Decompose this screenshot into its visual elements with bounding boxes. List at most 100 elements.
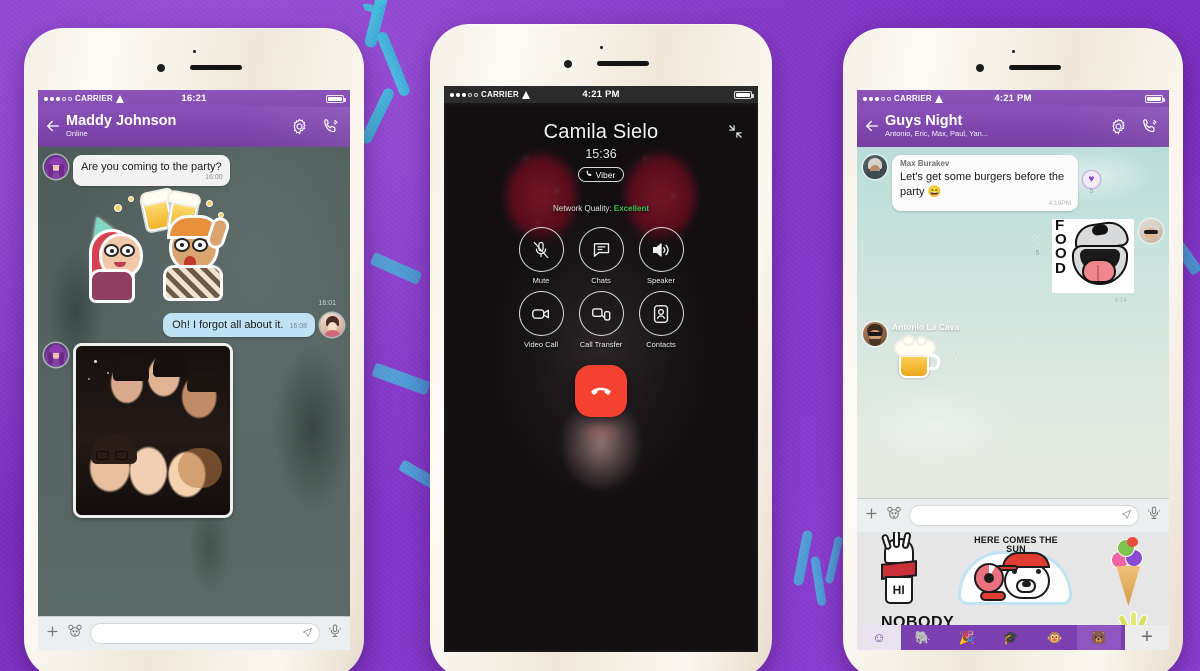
microphone-icon[interactable] bbox=[1146, 505, 1162, 526]
phone-active-call: CARRIER 4:21 PM Camila Sielo 15:36 Viber… bbox=[430, 24, 772, 671]
reaction-count: 5 bbox=[1035, 249, 1040, 257]
send-arrow-icon[interactable] bbox=[302, 627, 313, 640]
message-text: Are you coming to the party? bbox=[81, 161, 222, 173]
bear-pack-tab[interactable]: 🐻 bbox=[1077, 625, 1121, 650]
sticker-drawer[interactable]: HI HERE COMES THE SUN NOBODY ☺ 🐘 🎉 🎓 🐵 🐻… bbox=[857, 532, 1169, 650]
phone-call-icon[interactable] bbox=[1140, 117, 1159, 136]
chat-header-titles[interactable]: Guys Night Antonio, Eric, Max, Paul, Yan… bbox=[885, 114, 1109, 138]
phone-chat-1on1: CARRIER 16:21 Maddy Johnson Online Are y… bbox=[24, 28, 364, 671]
speaker-icon[interactable] bbox=[638, 227, 684, 272]
heart-outline-icon[interactable]: ♡ bbox=[1029, 233, 1046, 250]
call-control-video[interactable]: Video Call bbox=[518, 291, 564, 349]
message-row: Are you coming to the party? 16:00 bbox=[44, 155, 344, 187]
avatar-max[interactable] bbox=[863, 155, 887, 179]
graduate-pack-tab[interactable]: 🎓 bbox=[989, 625, 1033, 650]
monkey-pack-tab[interactable]: 🐵 bbox=[1033, 625, 1077, 650]
front-camera-icon bbox=[976, 64, 984, 72]
bear-sticker-icon[interactable] bbox=[886, 505, 902, 526]
front-camera-icon bbox=[564, 60, 572, 68]
active-call-screen: Camila Sielo 15:36 Viber Network Quality… bbox=[444, 103, 758, 652]
earpiece-speaker-icon bbox=[597, 61, 649, 66]
plus-icon[interactable] bbox=[45, 624, 60, 644]
chat-subtitle: Antonio, Eric, Max, Paul, Yan... bbox=[885, 130, 989, 139]
back-arrow-icon[interactable] bbox=[863, 117, 881, 135]
party-pack-tab[interactable]: 🎉 bbox=[945, 625, 989, 650]
message-input[interactable] bbox=[90, 623, 320, 644]
gear-icon[interactable] bbox=[1109, 117, 1128, 136]
end-call-button[interactable] bbox=[575, 365, 627, 417]
sticker-grid: HI HERE COMES THE SUN bbox=[857, 532, 1169, 614]
signal-strength-icon bbox=[863, 96, 891, 101]
bear-sticker-icon[interactable] bbox=[67, 623, 83, 644]
send-arrow-icon[interactable] bbox=[1121, 509, 1132, 522]
beer-mug-sticker[interactable] bbox=[892, 334, 942, 380]
message-time: 4:14 bbox=[1114, 296, 1127, 304]
chat-header-titles[interactable]: Maddy Johnson Online bbox=[66, 114, 290, 138]
elephant-pack-tab[interactable]: 🐘 bbox=[901, 625, 945, 650]
message-input[interactable] bbox=[909, 505, 1139, 526]
ice-cream-cone-sticker[interactable] bbox=[1105, 535, 1151, 611]
chat-message-list[interactable]: Are you coming to the party? 16:00 16:01… bbox=[38, 147, 350, 616]
avatar-antonio[interactable] bbox=[863, 321, 887, 346]
call-content: Camila Sielo 15:36 Viber Network Quality… bbox=[444, 103, 758, 652]
call-control-speaker[interactable]: Speaker bbox=[638, 227, 684, 285]
microphone-icon[interactable] bbox=[327, 623, 343, 644]
viber-call-badge: Viber bbox=[577, 167, 625, 182]
chat-bubble-outgoing[interactable]: Oh! I forgot all about it. 16:08 bbox=[163, 313, 315, 338]
chat-message-list[interactable]: Max Burakev Let's get some burgers befor… bbox=[857, 147, 1169, 498]
back-arrow-icon[interactable] bbox=[44, 117, 62, 135]
message-row: Antonio La Cava ♡ bbox=[863, 321, 1163, 380]
call-control-label: Contacts bbox=[646, 340, 676, 349]
add-sticker-pack-button[interactable]: + bbox=[1125, 625, 1169, 650]
minimize-icon[interactable] bbox=[727, 123, 744, 145]
message-row: Oh! I forgot all about it. 16:08 bbox=[44, 313, 344, 338]
front-camera-icon bbox=[157, 64, 165, 72]
phone-call-icon[interactable] bbox=[321, 117, 340, 136]
ribbon-streamer bbox=[369, 251, 423, 286]
food-mouth-sticker[interactable]: FOOD bbox=[1052, 216, 1134, 293]
chat-title: Guys Night bbox=[885, 113, 963, 129]
cheers-beer-sticker[interactable] bbox=[66, 186, 266, 302]
here-comes-the-sun-bear-sticker[interactable]: HERE COMES THE SUN bbox=[950, 535, 1082, 611]
ribbon-curl bbox=[351, 0, 385, 31]
avatar-maddy[interactable] bbox=[44, 155, 68, 179]
battery-icon bbox=[734, 90, 754, 99]
call-control-mute[interactable]: Mute bbox=[518, 227, 564, 285]
chat-bubble-icon[interactable] bbox=[578, 227, 624, 272]
battery-icon bbox=[326, 94, 346, 103]
call-control-transfer[interactable]: Call Transfer bbox=[578, 291, 624, 349]
chat-subtitle: Online bbox=[66, 130, 88, 139]
message-input-bar bbox=[857, 498, 1169, 532]
wifi-icon bbox=[521, 90, 531, 99]
purple-heart-icon[interactable]: ♥ bbox=[1083, 171, 1100, 188]
gear-icon[interactable] bbox=[290, 117, 309, 136]
call-transfer-icon[interactable] bbox=[578, 291, 624, 336]
emoji-tab[interactable]: ☺ bbox=[857, 625, 901, 650]
chat-navbar: Guys Night Antonio, Eric, Max, Paul, Yan… bbox=[857, 107, 1169, 147]
food-sticker-text: FOOD bbox=[1055, 216, 1067, 277]
phone1-screen: CARRIER 16:21 Maddy Johnson Online Are y… bbox=[38, 90, 350, 650]
wifi-icon bbox=[115, 94, 125, 103]
heart-outline-icon[interactable]: ♡ bbox=[950, 348, 967, 365]
video-camera-icon[interactable] bbox=[518, 291, 564, 336]
avatar-maddy[interactable] bbox=[44, 343, 68, 368]
signal-strength-icon bbox=[450, 92, 478, 97]
hi-hand-sticker[interactable]: HI bbox=[875, 532, 927, 610]
plus-icon[interactable] bbox=[864, 506, 879, 526]
avatar-sender-right[interactable] bbox=[1139, 218, 1163, 243]
message-row bbox=[44, 343, 344, 519]
call-control-chats[interactable]: Chats bbox=[578, 227, 624, 285]
avatar-self[interactable] bbox=[320, 313, 344, 338]
network-quality-value: Excellent bbox=[613, 204, 650, 213]
call-control-contacts[interactable]: Contacts bbox=[638, 291, 684, 349]
mic-muted-icon[interactable] bbox=[518, 227, 564, 272]
hi-sticker-text: HI bbox=[884, 576, 913, 604]
chat-bubble-incoming[interactable]: Max Burakev Let's get some burgers befor… bbox=[892, 155, 1078, 211]
message-row: Max Burakev Let's get some burgers befor… bbox=[863, 155, 1163, 211]
contacts-person-icon[interactable] bbox=[638, 291, 684, 336]
chat-bubble-incoming[interactable]: Are you coming to the party? 16:00 bbox=[73, 155, 230, 187]
call-duration: 15:36 bbox=[585, 147, 617, 161]
call-control-label: Video Call bbox=[523, 340, 559, 349]
group-selfie-photo[interactable] bbox=[73, 343, 233, 519]
message-time: 16:08 bbox=[289, 323, 307, 331]
